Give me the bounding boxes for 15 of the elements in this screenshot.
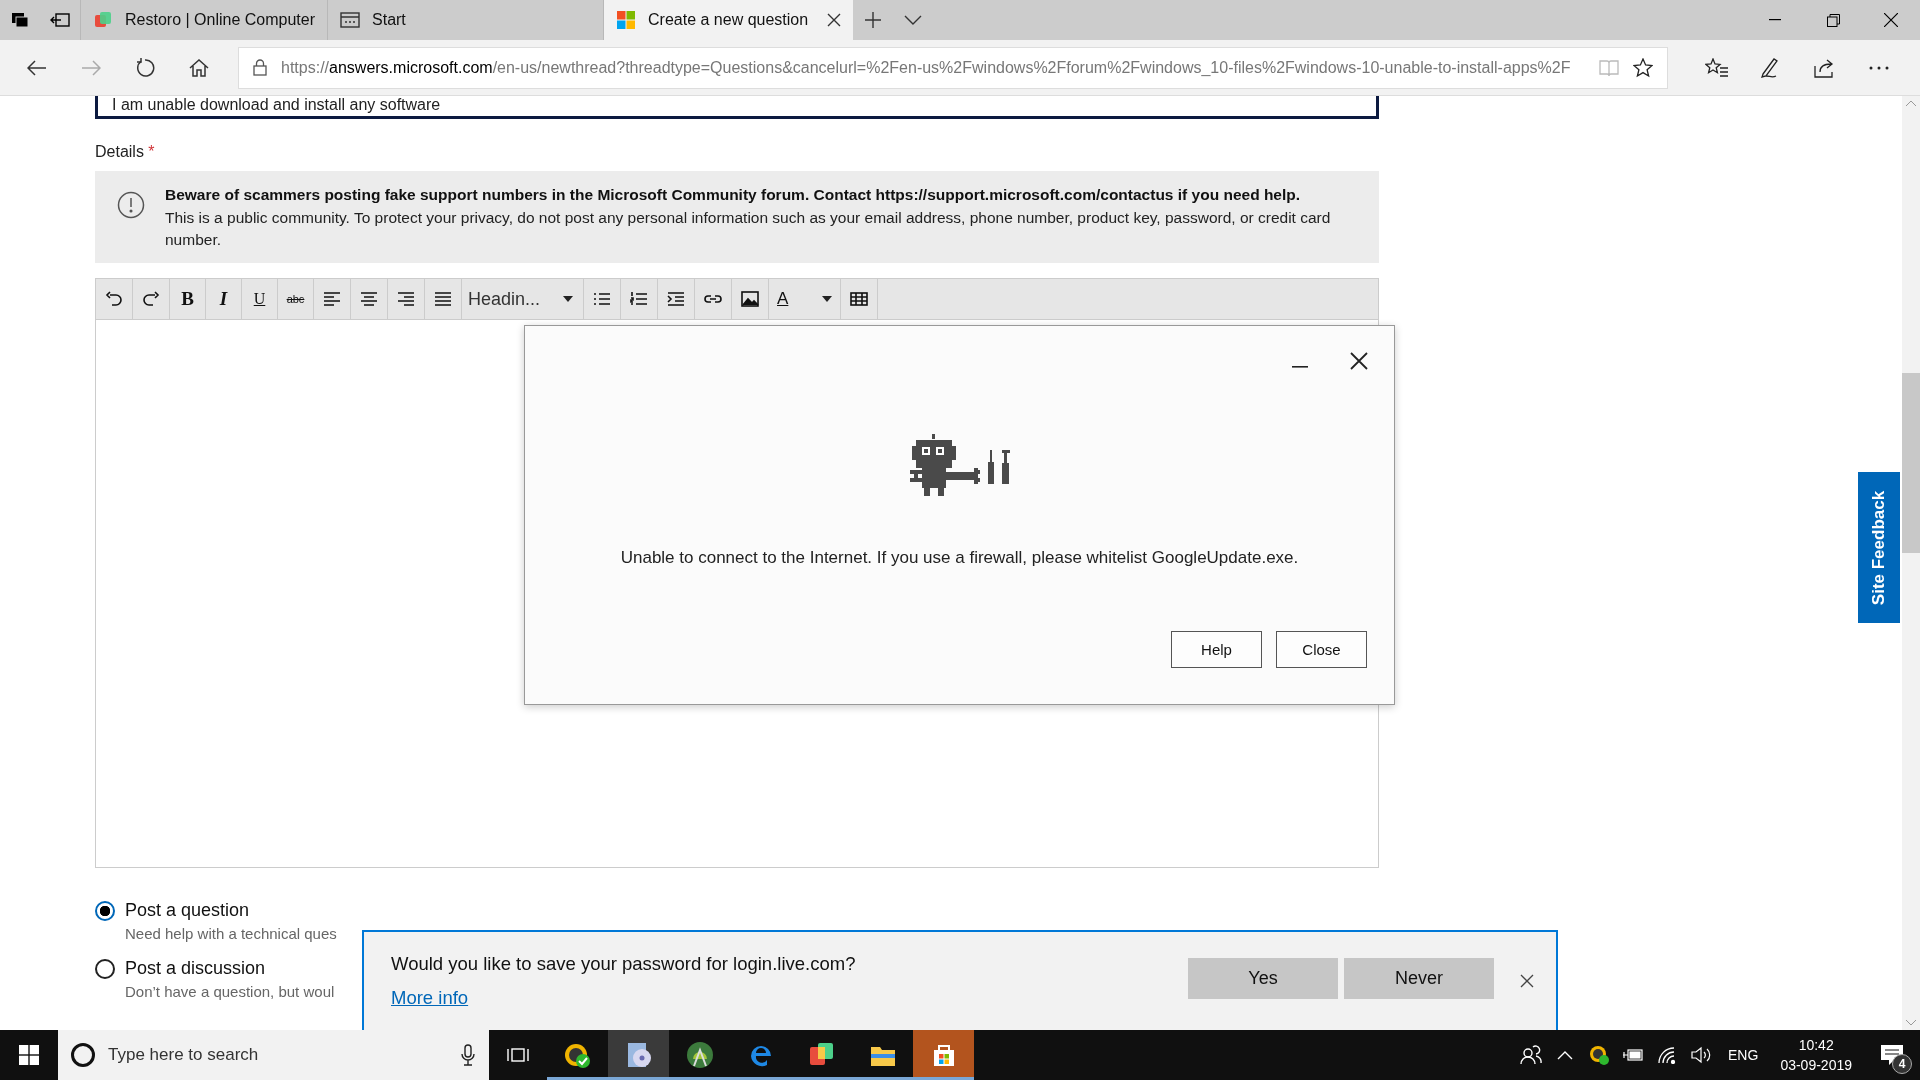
required-mark: * (148, 143, 155, 160)
radio-description: Don’t have a question, but woul (125, 983, 335, 1000)
radio-description: Need help with a technical ques (125, 925, 337, 942)
tab-title: Restoro | Online Computer (125, 11, 315, 29)
tab-title: Create a new question (648, 11, 810, 29)
notice-text: This is a public community. To protect your privacy, do not post any personal information such as your email address, phone number, product key, password, or credit card number. (165, 208, 1332, 250)
notification-count: 4 (1892, 1054, 1912, 1074)
notice-headline: Beware of scammers posting fake support numbers in the Microsoft Community forum. Contact https://support.microsoft.com/contactus if you need help. (165, 185, 1302, 205)
save-password-message: Would you like to save your password for login.live.com? (391, 953, 856, 975)
radio-label: Post a question (125, 900, 251, 921)
details-label: Details (95, 143, 144, 160)
radio-label: Post a discussion (125, 958, 267, 979)
url-text: https://answers.microsoft.com/en-us/newthread?threadtype=Questions&cancelurl=%2Fen-us%2Fwindows%2Fforum%2Fwindows_10-files%2Fwindows-10-unable-to-install-apps%2F (281, 58, 1572, 77)
tab-title: Start (372, 11, 407, 29)
dialog-message: Unable to connect to the Internet. If you use a firewall, please whitelist GoogleUpdate.exe. (620, 548, 1299, 568)
